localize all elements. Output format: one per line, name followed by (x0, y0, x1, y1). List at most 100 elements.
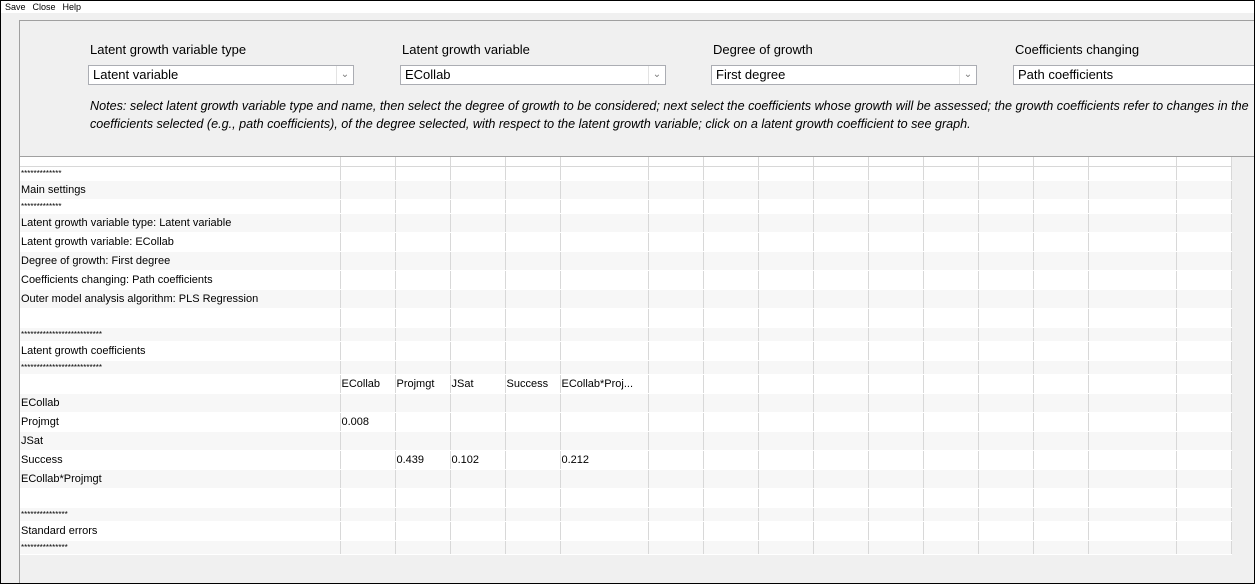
table-row: Main settings (20, 180, 1232, 200)
table-cell (703, 289, 759, 309)
table-row (20, 488, 1232, 508)
table-cell (648, 166, 704, 181)
table-cell (560, 521, 649, 541)
table-cell (648, 289, 704, 309)
table-cell (648, 213, 704, 233)
table-cell (505, 270, 561, 290)
type-select[interactable]: Latent variable ⌄ (88, 65, 354, 85)
table-cell (1088, 180, 1177, 200)
table-cell (648, 521, 704, 541)
table-cell (560, 341, 649, 361)
table-cell (340, 180, 396, 200)
table-cell (923, 308, 979, 328)
table-cell[interactable]: 0.212 (560, 450, 649, 470)
menu-help[interactable]: Help (59, 1, 85, 13)
table-cell (703, 270, 759, 290)
table-cell (923, 232, 979, 252)
table-cell (395, 251, 451, 271)
table-cell (923, 289, 979, 309)
table-cell (868, 199, 924, 214)
table-cell: ECollab (340, 374, 396, 394)
table-cell (505, 251, 561, 271)
table-cell (1033, 431, 1089, 451)
table-cell (1176, 507, 1232, 522)
table-cell (648, 360, 704, 375)
table-cell (560, 289, 649, 309)
table-cell (1176, 374, 1232, 394)
table-cell (703, 232, 759, 252)
notes-text: Notes: select latent growth variable typ… (90, 99, 1249, 131)
table-cell (1088, 232, 1177, 252)
table-row: Latent growth coefficients (20, 341, 1232, 361)
table-cell (340, 270, 396, 290)
table-cell (1033, 507, 1089, 522)
chevron-down-icon[interactable]: ⌄ (336, 66, 353, 84)
chevron-down-icon[interactable]: ⌄ (959, 66, 976, 84)
table-cell (1033, 412, 1089, 432)
table-cell (813, 166, 869, 181)
table-cell (813, 327, 869, 342)
table-row (20, 308, 1232, 328)
table-cell (340, 327, 396, 342)
table-cell (1176, 199, 1232, 214)
table-cell (505, 412, 561, 432)
table-cell (868, 308, 924, 328)
table-cell (395, 540, 451, 555)
table-cell (648, 469, 704, 489)
results-grid[interactable]: ************* Main settings ************* L… (19, 156, 1254, 583)
table-cell (923, 488, 979, 508)
table-cell (813, 431, 869, 451)
table-cell (1033, 540, 1089, 555)
menu-close[interactable]: Close (29, 1, 59, 13)
table-cell[interactable]: 0.102 (450, 450, 506, 470)
table-cell (1033, 180, 1089, 200)
variable-value: ECollab (405, 67, 451, 82)
table-cell (1033, 166, 1089, 181)
grid-header-cell (813, 157, 869, 167)
table-cell[interactable]: 0.439 (395, 450, 451, 470)
table-cell (923, 393, 979, 413)
coefficients-label: Coefficients changing (1015, 42, 1140, 57)
table-cell (505, 199, 561, 214)
table-cell (1088, 327, 1177, 342)
table-cell (340, 488, 396, 508)
table-cell (813, 308, 869, 328)
degree-select[interactable]: First degree ⌄ (711, 65, 977, 85)
table-cell (1176, 540, 1232, 555)
variable-select[interactable]: ECollab ⌄ (400, 65, 666, 85)
table-cell (1088, 393, 1177, 413)
grid-header-cell (395, 157, 451, 167)
table-cell (1033, 488, 1089, 508)
table-cell (1176, 232, 1232, 252)
table-cell (978, 521, 1034, 541)
table-cell (758, 213, 814, 233)
table-cell (648, 507, 704, 522)
table-cell (868, 180, 924, 200)
table-cell (505, 341, 561, 361)
table-cell (758, 393, 814, 413)
table-cell (505, 521, 561, 541)
table-cell (450, 341, 506, 361)
table-cell (505, 180, 561, 200)
table-cell (450, 213, 506, 233)
table-cell (395, 521, 451, 541)
table-cell (758, 450, 814, 470)
table-cell[interactable]: 0.008 (340, 412, 396, 432)
table-cell (648, 327, 704, 342)
table-cell (1176, 213, 1232, 233)
table-cell (703, 431, 759, 451)
menu-save[interactable]: Save (1, 1, 29, 13)
coefficients-select[interactable]: Path coefficients (1013, 65, 1254, 85)
table-cell (505, 232, 561, 252)
table-cell (648, 450, 704, 470)
table-cell (1088, 308, 1177, 328)
table-cell (450, 270, 506, 290)
chevron-down-icon[interactable]: ⌄ (648, 66, 665, 84)
table-cell (560, 469, 649, 489)
table-cell (923, 270, 979, 290)
table-row: Latent growth variable type: Latent vari… (20, 213, 1232, 233)
table-cell (450, 393, 506, 413)
table-cell (813, 469, 869, 489)
table-cell (978, 507, 1034, 522)
table-cell: JSat (450, 374, 506, 394)
